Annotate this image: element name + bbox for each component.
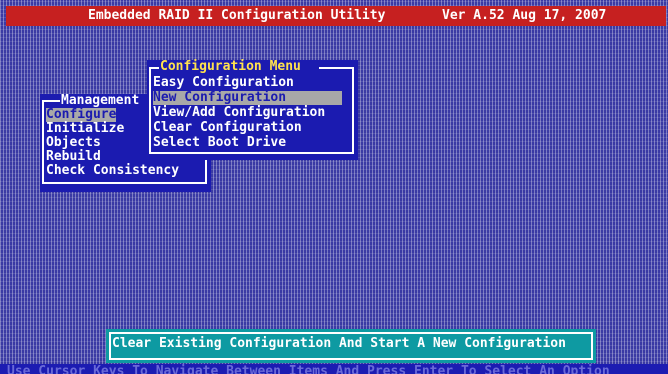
menu-item-configure[interactable]: Configure (46, 108, 117, 122)
app-title: Embedded RAID II Configuration Utility (88, 8, 386, 23)
menu-item-rebuild[interactable]: Rebuild (46, 150, 101, 164)
management-menu-caption: Management (60, 93, 141, 108)
menu-item-check-consistency[interactable]: Check Consistency (46, 164, 179, 178)
menu-item-select-boot-drive[interactable]: Select Boot Drive (153, 136, 286, 150)
menu-item-initialize[interactable]: Initialize (46, 122, 124, 136)
title-bar: Embedded RAID II Configuration Utility V… (6, 6, 666, 26)
menu-item-objects[interactable]: Objects (46, 136, 101, 150)
menu-item-clear-configuration[interactable]: Clear Configuration (153, 121, 302, 135)
help-bar: Use Cursor Keys To Navigate Between Item… (0, 364, 668, 374)
version-label: Ver A.52 Aug 17, 2007 (442, 8, 607, 23)
configuration-menu-caption: Configuration Menu (159, 59, 302, 74)
configuration-menu-border-top-left (149, 67, 159, 69)
menu-item-easy-configuration[interactable]: Easy Configuration (153, 76, 294, 90)
menu-item-new-configuration[interactable]: New Configuration (153, 91, 342, 105)
management-menu-border-top (42, 100, 60, 102)
menu-item-view-add-configuration[interactable]: View/Add Configuration (153, 106, 325, 120)
bios-screen: Embedded RAID II Configuration Utility V… (0, 0, 668, 374)
status-message: Clear Existing Configuration And Start A… (112, 336, 566, 351)
configuration-menu-border-top-right (319, 67, 354, 69)
status-message-box: Clear Existing Configuration And Start A… (106, 329, 596, 363)
configuration-menu: Configuration Menu Easy Configuration Ne… (147, 60, 358, 160)
help-text: Use Cursor Keys To Navigate Between Item… (7, 364, 610, 374)
